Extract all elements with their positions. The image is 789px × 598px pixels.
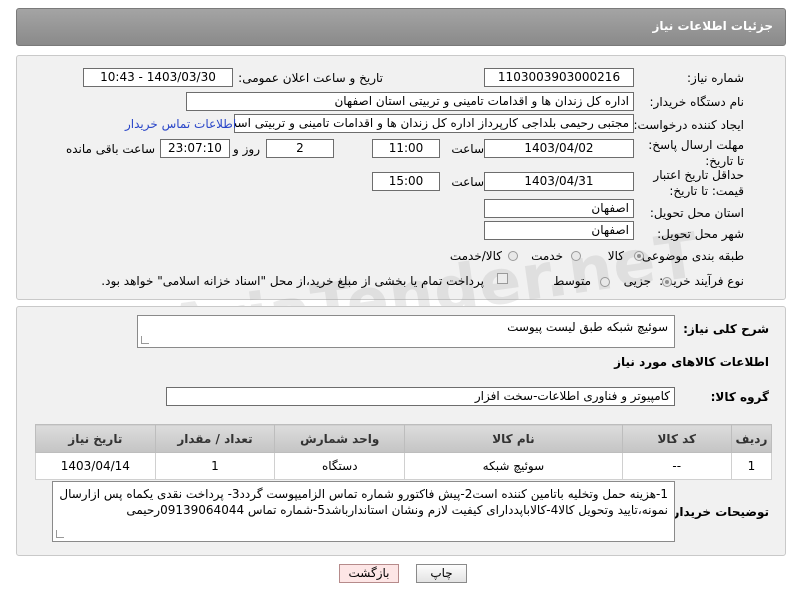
page-title: جزئیات اطلاعات نیاز — [652, 19, 773, 33]
process-radio-medium[interactable] — [600, 277, 610, 287]
buyer-contact-link[interactable]: اطلاعات تماس خریدار — [125, 117, 236, 131]
remaining-time-label: ساعت باقی مانده — [65, 142, 155, 156]
print-button[interactable]: چاپ — [416, 564, 467, 583]
announce-field: 1403/03/30 - 10:43 — [83, 68, 233, 87]
announce-label: تاریخ و ساعت اعلان عمومی: — [238, 71, 383, 85]
goods-info-title: اطلاعات کالاهای مورد نیاز — [614, 355, 769, 369]
days-label: روز و — [233, 142, 260, 156]
col-need-date: تاریخ نیاز — [35, 424, 156, 453]
col-goods-name: نام کالا — [404, 424, 623, 453]
deadline-date-field: 1403/04/02 — [484, 139, 634, 158]
category-radio-goods[interactable] — [634, 251, 644, 261]
general-desc-text: سوئیچ شبکه طبق لیست پیوست — [507, 320, 668, 334]
creator-field: مجتبی رحیمی بلداجی کارپرداز اداره کل زند… — [234, 114, 634, 133]
treasury-payment-note: پرداخت تمام یا بخشی از مبلغ خرید،از محل … — [101, 274, 484, 288]
creator-label: ایجاد کننده درخواست: — [633, 118, 744, 132]
buyer-notes-label: توضیحات خریدار: — [667, 505, 769, 519]
buyer-notes-text: 1-هزینه حمل وتخلیه باتامین کننده است2-پی… — [59, 487, 668, 517]
process-option-medium: متوسط — [553, 274, 591, 288]
days-remaining-field: 2 — [266, 139, 334, 158]
city-label: شهر محل تحویل: — [657, 227, 744, 241]
page-header: جزئیات اطلاعات نیاز — [16, 8, 786, 46]
general-desc-label: شرح کلی نیاز: — [683, 322, 769, 336]
province-label: استان محل تحویل: — [649, 206, 744, 220]
col-goods-code: کد کالا — [621, 424, 732, 453]
cell-need-date: 1403/04/14 — [35, 452, 156, 480]
goods-group-label: گروه کالا: — [710, 390, 769, 404]
cell-row-number: 1 — [730, 452, 773, 480]
general-desc-textarea[interactable]: سوئیچ شبکه طبق لیست پیوست — [137, 315, 675, 348]
cell-goods-code: -- — [621, 452, 732, 480]
cell-goods-name: سوئیچ شبکه — [404, 452, 623, 480]
buyer-org-field: اداره کل زندان ها و اقدامات تامینی و ترب… — [186, 92, 634, 111]
deadline-time-field: 11:00 — [372, 139, 440, 158]
deadline-label: مهلت ارسال پاسخ: تا تاریخ: — [648, 138, 744, 168]
category-option-goods: کالا — [607, 249, 624, 263]
need-number-field: 1103003903000216 — [484, 68, 634, 87]
category-option-both: کالا/خدمت — [449, 249, 502, 263]
category-option-service: خدمت — [531, 249, 563, 263]
category-radio-service[interactable] — [571, 251, 581, 261]
goods-table: ردیف کد کالا نام کالا واحد شمارش تعداد /… — [35, 424, 773, 480]
buyer-org-label: نام دستگاه خریدار: — [649, 95, 745, 109]
resize-handle-icon[interactable] — [141, 336, 149, 344]
category-radio-both[interactable] — [508, 251, 518, 261]
province-field: اصفهان — [484, 199, 634, 218]
cell-unit: دستگاه — [274, 452, 406, 480]
validity-time-field: 15:00 — [372, 172, 440, 191]
col-quantity: تعداد / مقدار — [154, 424, 276, 453]
validity-label: حداقل تاریخ اعتبار قیمت: تا تاریخ: — [653, 168, 744, 198]
process-option-minor: جزیی — [623, 274, 651, 288]
validity-time-label: ساعت — [451, 175, 484, 189]
cell-quantity: 1 — [154, 452, 276, 480]
validity-date-field: 1403/04/31 — [484, 172, 634, 191]
category-label: طبقه بندی موضوعی: — [637, 249, 744, 263]
treasury-payment-checkbox[interactable] — [497, 273, 508, 284]
buyer-notes-textarea[interactable]: 1-هزینه حمل وتخلیه باتامین کننده است2-پی… — [52, 481, 675, 542]
remaining-time-field: 23:07:10 — [160, 139, 230, 158]
process-radio-minor[interactable] — [662, 277, 672, 287]
back-button[interactable]: بازگشت — [339, 564, 399, 583]
deadline-time-label: ساعت — [451, 142, 484, 156]
goods-table-header: ردیف کد کالا نام کالا واحد شمارش تعداد /… — [35, 424, 773, 453]
resize-handle-icon[interactable] — [56, 530, 64, 538]
need-number-label: شماره نیاز: — [687, 71, 744, 85]
city-field: اصفهان — [484, 221, 634, 240]
col-row-number: ردیف — [730, 424, 773, 453]
goods-group-field: کامپیوتر و فناوری اطلاعات-سخت افزار — [166, 387, 675, 406]
col-unit: واحد شمارش — [274, 424, 406, 453]
table-row: 1 -- سوئیچ شبکه دستگاه 1 1403/04/14 — [35, 452, 773, 480]
